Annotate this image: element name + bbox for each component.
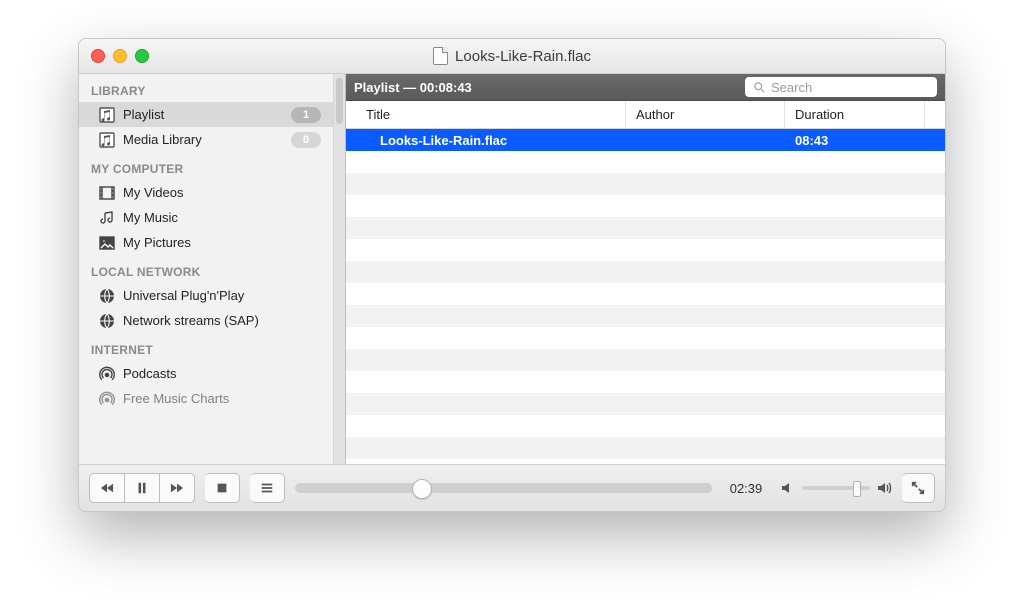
zoom-window-button[interactable] — [135, 49, 149, 63]
sidebar-item-label: Podcasts — [123, 366, 321, 381]
window-body: LIBRARY Playlist 1 Media Library 0 MY CO… — [79, 74, 945, 464]
previous-button[interactable] — [89, 473, 125, 503]
elapsed-time[interactable]: 02:39 — [722, 481, 770, 496]
sidebar-item-playlist[interactable]: Playlist 1 — [79, 102, 333, 127]
row-stripes — [346, 129, 945, 464]
volume-max-icon[interactable] — [876, 480, 892, 496]
sidebar-item-label: Network streams (SAP) — [123, 313, 321, 328]
sidebar-section-my-computer: MY COMPUTER — [79, 152, 333, 180]
player-controls: 02:39 — [79, 464, 945, 511]
window-title-text: Looks-Like-Rain.flac — [455, 48, 591, 65]
window-controls — [91, 49, 149, 63]
volume-group — [780, 480, 892, 496]
volume-slider[interactable] — [802, 486, 870, 490]
sidebar-item-media-library[interactable]: Media Library 0 — [79, 127, 333, 152]
table-header: Title Author Duration — [346, 101, 945, 129]
network-icon — [99, 288, 115, 304]
sidebar-badge: 0 — [291, 132, 321, 148]
playlist-toggle-button[interactable] — [250, 473, 285, 503]
playlist-panel: Playlist — 00:08:43 Search Title Author … — [346, 74, 945, 464]
cell-title: Looks-Like-Rain.flac — [346, 133, 626, 148]
playlist-row[interactable]: Looks-Like-Rain.flac 08:43 — [346, 129, 945, 151]
document-icon — [433, 47, 448, 65]
playlist-rows[interactable]: Looks-Like-Rain.flac 08:43 — [346, 129, 945, 464]
network-icon — [99, 313, 115, 329]
seek-slider[interactable] — [295, 483, 712, 493]
sidebar-badge: 1 — [291, 107, 321, 123]
search-placeholder: Search — [771, 80, 812, 95]
stop-button[interactable] — [205, 473, 240, 503]
music-icon — [99, 210, 115, 226]
pictures-icon — [99, 235, 115, 251]
pause-button[interactable] — [125, 473, 160, 503]
sidebar-item-label: My Pictures — [123, 235, 321, 250]
seek-knob[interactable] — [412, 479, 432, 499]
column-title[interactable]: Title — [346, 101, 626, 128]
column-author[interactable]: Author — [626, 101, 785, 128]
playlist-header-bar: Playlist — 00:08:43 Search — [346, 74, 945, 101]
titlebar: Looks-Like-Rain.flac — [79, 39, 945, 74]
transport-group — [89, 473, 195, 503]
app-window: Looks-Like-Rain.flac LIBRARY Playlist 1 … — [78, 38, 946, 512]
sidebar-section-local-network: LOCAL NETWORK — [79, 255, 333, 283]
playlist-icon — [99, 107, 115, 123]
sidebar-section-internet: INTERNET — [79, 333, 333, 361]
volume-mute-icon[interactable] — [780, 480, 796, 496]
sidebar-item-label: Media Library — [123, 132, 283, 147]
sidebar-item-sap[interactable]: Network streams (SAP) — [79, 308, 333, 333]
sidebar-item-my-music[interactable]: My Music — [79, 205, 333, 230]
column-duration[interactable]: Duration — [785, 101, 925, 128]
sidebar-item-my-pictures[interactable]: My Pictures — [79, 230, 333, 255]
fullscreen-button[interactable] — [902, 473, 935, 503]
sidebar-item-label: Playlist — [123, 107, 283, 122]
minimize-window-button[interactable] — [113, 49, 127, 63]
window-title: Looks-Like-Rain.flac — [79, 47, 945, 65]
sidebar-item-podcasts[interactable]: Podcasts — [79, 361, 333, 386]
search-icon — [753, 81, 765, 93]
cell-duration: 08:43 — [785, 133, 925, 148]
search-input[interactable]: Search — [745, 77, 937, 97]
video-icon — [99, 185, 115, 201]
sidebar[interactable]: LIBRARY Playlist 1 Media Library 0 MY CO… — [79, 74, 334, 464]
sidebar-item-free-music-charts[interactable]: Free Music Charts — [79, 386, 333, 411]
volume-knob[interactable] — [853, 481, 861, 497]
sidebar-item-label: My Videos — [123, 185, 321, 200]
sidebar-item-upnp[interactable]: Universal Plug'n'Play — [79, 283, 333, 308]
sidebar-item-my-videos[interactable]: My Videos — [79, 180, 333, 205]
sidebar-section-library: LIBRARY — [79, 74, 333, 102]
next-button[interactable] — [160, 473, 195, 503]
media-library-icon — [99, 132, 115, 148]
sidebar-item-label: Universal Plug'n'Play — [123, 288, 321, 303]
podcast-icon — [99, 391, 115, 407]
close-window-button[interactable] — [91, 49, 105, 63]
sidebar-item-label: Free Music Charts — [123, 391, 321, 406]
column-tail — [925, 101, 945, 128]
sidebar-item-label: My Music — [123, 210, 321, 225]
sidebar-scrollbar[interactable] — [334, 74, 346, 464]
podcast-icon — [99, 366, 115, 382]
playlist-header-text: Playlist — 00:08:43 — [354, 80, 735, 95]
